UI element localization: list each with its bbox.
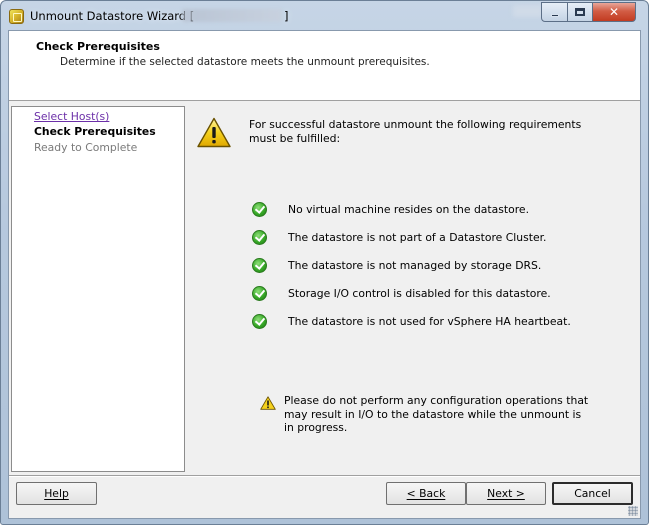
back-button-label: < Back: [406, 487, 446, 500]
wizard-header: Check Prerequisites Determine if the sel…: [9, 31, 640, 101]
next-button-label: Next >: [487, 487, 525, 500]
requirement-text: No virtual machine resides on the datast…: [288, 202, 530, 216]
wizard-client-area: Check Prerequisites Determine if the sel…: [8, 30, 641, 519]
green-check-icon: [252, 257, 267, 273]
warning-triangle-icon: [197, 117, 231, 148]
title-bar[interactable]: Unmount Datastore Wizard [ ] ✕: [1, 1, 648, 31]
maximize-icon: [575, 8, 585, 16]
help-button-label: Help: [44, 487, 69, 500]
green-check-icon: [252, 201, 267, 217]
requirement-item: The datastore is not managed by storage …: [252, 256, 541, 274]
wizard-window: Unmount Datastore Wizard [ ] ✕ Check Pre…: [0, 0, 649, 525]
step-select-hosts[interactable]: Select Host(s): [34, 110, 109, 123]
close-icon: ✕: [608, 5, 620, 19]
green-check-icon: [252, 229, 267, 245]
unmount-warning-note: Please do not perform any configuration …: [284, 394, 589, 434]
requirements-intro: For successful datastore unmount the fol…: [249, 118, 582, 145]
close-button[interactable]: ✕: [592, 2, 636, 22]
requirement-item: Storage I/O control is disabled for this…: [252, 284, 551, 302]
page-subtitle: Determine if the selected datastore meet…: [60, 56, 430, 68]
requirement-text: The datastore is not managed by storage …: [288, 258, 542, 272]
window-title: Unmount Datastore Wizard [: [30, 9, 195, 23]
step-check-prerequisites: Check Prerequisites: [34, 125, 156, 138]
page-title: Check Prerequisites: [36, 40, 160, 53]
back-button[interactable]: < Back: [386, 482, 466, 505]
button-bar-divider: [9, 475, 640, 477]
requirement-item: The datastore is not part of a Datastore…: [252, 228, 547, 246]
requirement-text: The datastore is not used for vSphere HA…: [288, 314, 571, 328]
cancel-button-label: Cancel: [574, 487, 611, 500]
prerequisites-content: For successful datastore unmount the fol…: [194, 106, 638, 472]
requirement-text: Storage I/O control is disabled for this…: [288, 286, 551, 300]
step-ready-to-complete: Ready to Complete: [34, 141, 138, 154]
requirement-item: The datastore is not used for vSphere HA…: [252, 312, 571, 330]
requirement-text: The datastore is not part of a Datastore…: [288, 230, 547, 244]
minimize-icon: [550, 13, 559, 17]
warning-small-icon: [260, 396, 276, 410]
redacted-title-segment: [182, 9, 282, 22]
next-button[interactable]: Next >: [466, 482, 546, 505]
resize-grip[interactable]: [628, 506, 638, 516]
window-title-suffix: ]: [284, 9, 289, 23]
requirement-item: No virtual machine resides on the datast…: [252, 200, 529, 218]
cancel-button[interactable]: Cancel: [552, 482, 633, 505]
redacted-area: [513, 5, 543, 17]
maximize-button[interactable]: [567, 2, 593, 22]
help-button[interactable]: Help: [16, 482, 97, 505]
green-check-icon: [252, 285, 267, 301]
app-icon: [9, 9, 24, 24]
wizard-steps-panel: Select Host(s) Check Prerequisites Ready…: [11, 106, 185, 472]
green-check-icon: [252, 313, 267, 329]
minimize-button[interactable]: [541, 2, 568, 22]
